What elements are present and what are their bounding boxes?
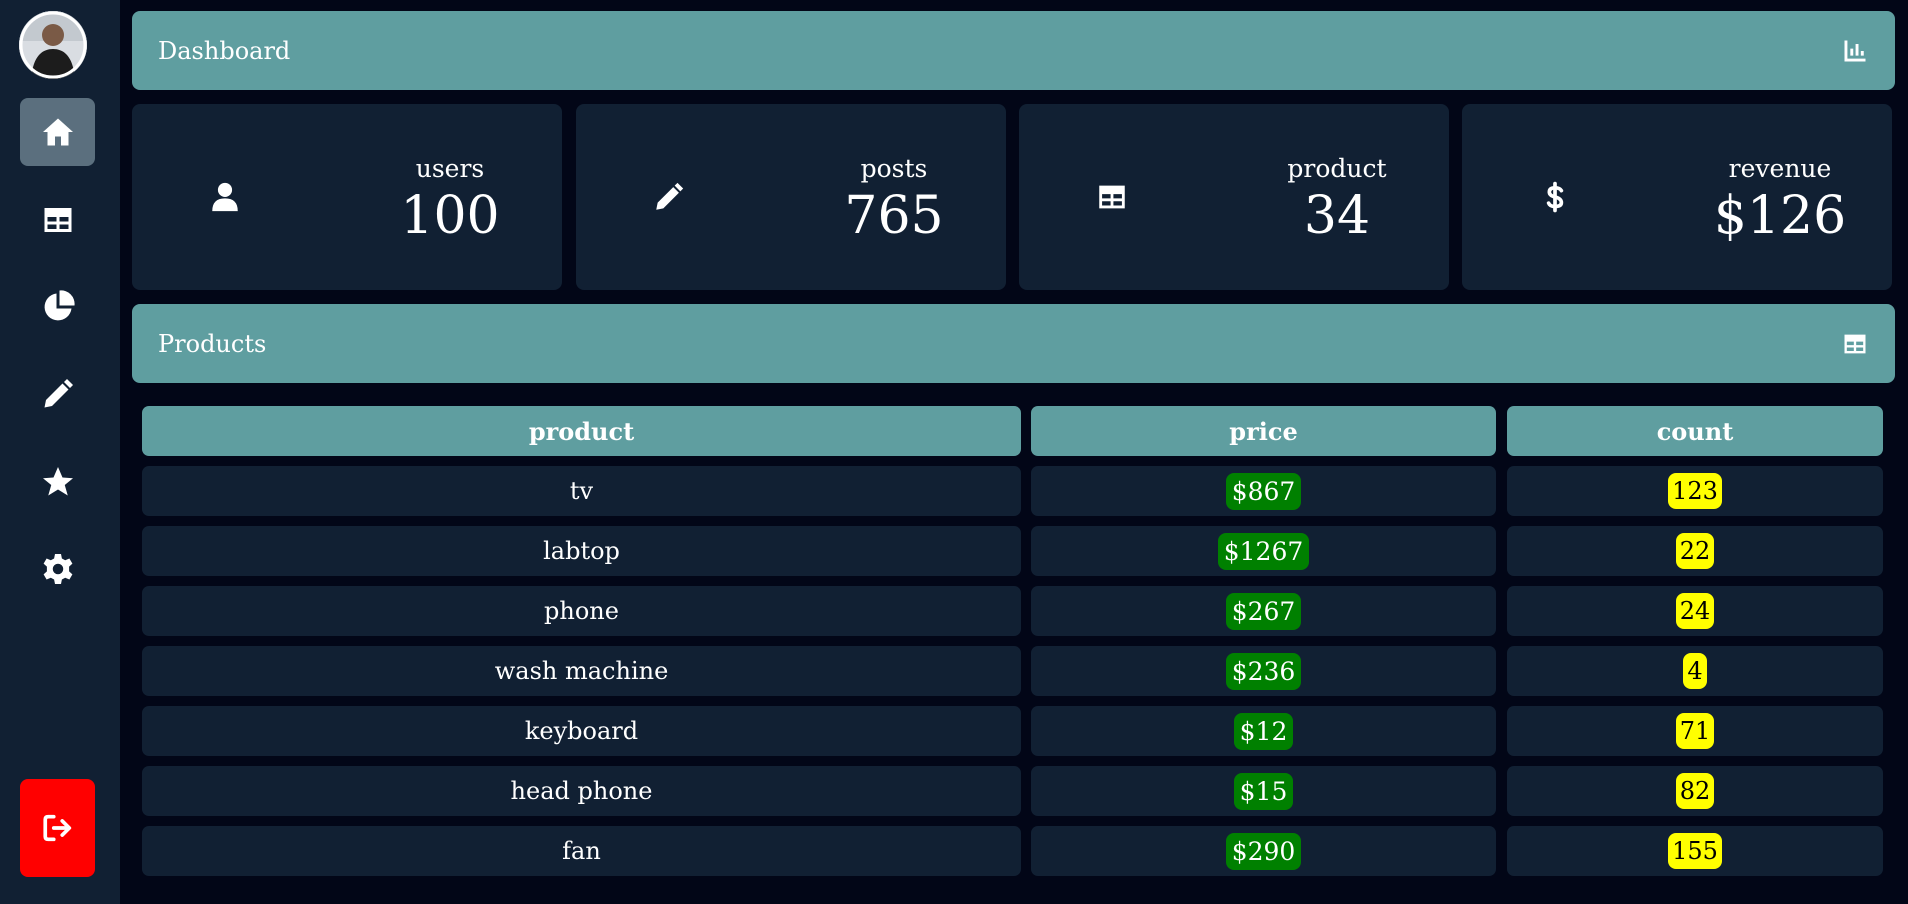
table-icon	[1099, 185, 1125, 209]
star-icon	[42, 467, 73, 496]
stat-card-users: users 100	[132, 104, 562, 290]
price-cell: $867	[1031, 466, 1496, 516]
count-cell: 4	[1507, 646, 1883, 696]
products-header: Products	[132, 304, 1895, 383]
stat-card-product: product 34	[1019, 104, 1449, 290]
table-icon	[1844, 334, 1866, 353]
chart-bar-icon	[1844, 40, 1866, 61]
logout-button[interactable]	[20, 779, 95, 877]
gear-icon	[43, 554, 72, 584]
dollar-icon	[1546, 181, 1564, 213]
price-badge: $290	[1225, 832, 1302, 870]
count-badge: 71	[1675, 713, 1715, 749]
logout-icon	[42, 814, 71, 842]
app: Dashboard users 100 posts 765 product 34…	[0, 0, 1908, 904]
table-icon	[44, 208, 71, 232]
count-badge: 4	[1683, 653, 1707, 689]
dashboard-header: Dashboard	[132, 11, 1895, 90]
price-cell: $236	[1031, 646, 1496, 696]
stat-value: 34	[1303, 186, 1371, 246]
count-cell: 71	[1507, 706, 1883, 756]
stat-card-posts: posts 765	[576, 104, 1006, 290]
count-cell: 82	[1507, 766, 1883, 816]
product-name-cell: phone	[142, 586, 1021, 636]
sidebar-item-settings[interactable]	[20, 535, 95, 603]
sidebar-item-table[interactable]	[20, 186, 95, 254]
stat-value: $126	[1713, 186, 1847, 246]
sidebar	[0, 0, 120, 904]
price-cell: $12	[1031, 706, 1496, 756]
sidebar-item-home[interactable]	[20, 98, 95, 166]
product-name-cell: fan	[142, 826, 1021, 876]
column-header-product[interactable]: product	[142, 406, 1021, 456]
price-badge: $12	[1233, 712, 1294, 750]
sidebar-item-favorites[interactable]	[20, 448, 95, 516]
count-cell: 123	[1507, 466, 1883, 516]
user-icon	[212, 182, 238, 212]
product-name-cell: head phone	[142, 766, 1021, 816]
count-badge: 155	[1668, 833, 1722, 869]
pie-chart-icon	[44, 290, 75, 321]
stat-value: 765	[844, 186, 944, 246]
price-badge: $267	[1225, 592, 1302, 630]
product-name-cell: tv	[142, 466, 1021, 516]
stat-card-revenue: revenue $126	[1462, 104, 1892, 290]
price-badge: $1267	[1217, 532, 1310, 570]
price-cell: $1267	[1031, 526, 1496, 576]
count-cell: 24	[1507, 586, 1883, 636]
product-name-cell: wash machine	[142, 646, 1021, 696]
section-title: Products	[158, 329, 267, 358]
stat-label: posts	[860, 154, 928, 183]
column-header-count[interactable]: count	[1507, 406, 1883, 456]
avatar[interactable]	[19, 11, 87, 79]
count-badge: 82	[1675, 773, 1715, 809]
stat-label: revenue	[1728, 154, 1832, 183]
count-badge: 24	[1675, 593, 1715, 629]
price-cell: $290	[1031, 826, 1496, 876]
price-cell: $15	[1031, 766, 1496, 816]
count-cell: 155	[1507, 826, 1883, 876]
price-badge: $15	[1233, 772, 1294, 810]
count-cell: 22	[1507, 526, 1883, 576]
count-badge: 22	[1675, 533, 1715, 569]
product-name-cell: keyboard	[142, 706, 1021, 756]
product-name-cell: labtop	[142, 526, 1021, 576]
price-badge: $867	[1225, 472, 1302, 510]
stat-value: 100	[400, 186, 500, 246]
column-header-price[interactable]: price	[1031, 406, 1496, 456]
pencil-icon	[656, 182, 684, 210]
pencil-icon	[44, 379, 73, 408]
count-badge: 123	[1668, 473, 1722, 509]
stat-label: users	[415, 154, 485, 183]
stat-label: product	[1287, 154, 1387, 183]
price-cell: $267	[1031, 586, 1496, 636]
home-icon	[42, 118, 73, 146]
sidebar-item-edit[interactable]	[20, 360, 95, 428]
sidebar-item-chart[interactable]	[20, 273, 95, 341]
page-title: Dashboard	[158, 36, 291, 65]
price-badge: $236	[1225, 652, 1302, 690]
